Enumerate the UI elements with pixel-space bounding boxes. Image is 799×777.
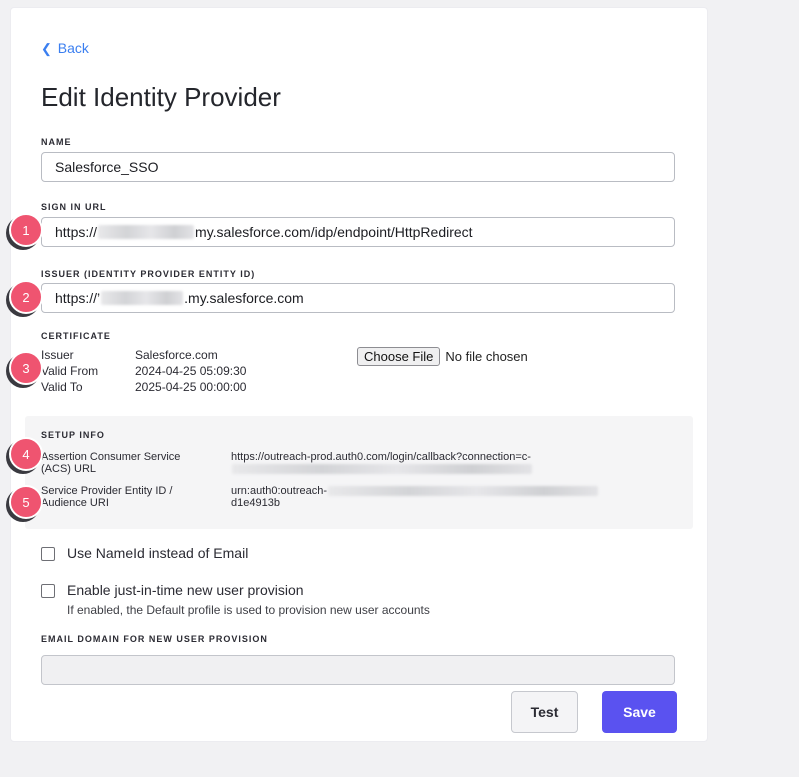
certificate-file-picker: Choose File No file chosen: [357, 347, 528, 366]
nameid-label: Use NameId instead of Email: [67, 545, 249, 561]
cert-key: Valid From: [41, 364, 99, 378]
jit-option[interactable]: Enable just-in-time new user provision I…: [41, 582, 430, 617]
email-domain-field[interactable]: [41, 655, 675, 685]
redacted-blur: [232, 464, 532, 475]
test-button[interactable]: Test: [511, 691, 578, 733]
certificate-label: CERTIFICATE: [41, 331, 111, 341]
issuer-label: ISSUER (IDENTITY PROVIDER ENTITY ID): [41, 269, 256, 279]
setup-info-panel: SETUP INFO Assertion Consumer Service (A…: [25, 416, 693, 529]
back-label: Back: [57, 40, 89, 56]
entity-id-suffix: d1e4913b: [231, 497, 280, 509]
sign-in-url-label: SIGN IN URL: [41, 202, 107, 212]
email-domain-label: EMAIL DOMAIN FOR NEW USER PROVISION: [41, 634, 268, 644]
cert-key: Issuer: [41, 348, 74, 362]
cert-row-issuer: Issuer Salesforce.com: [41, 348, 246, 364]
step-badge-3: 3: [9, 351, 43, 385]
cert-value: Salesforce.com: [135, 348, 218, 362]
choose-file-button[interactable]: Choose File: [357, 347, 441, 366]
nameid-option[interactable]: Use NameId instead of Email: [41, 545, 248, 561]
cert-row-valid-from: Valid From 2024-04-25 05:09:30: [41, 364, 246, 380]
file-status: No file chosen: [445, 349, 528, 364]
nameid-checkbox[interactable]: [41, 547, 55, 561]
certificate-details: Issuer Salesforce.com Valid From 2024-04…: [41, 348, 246, 396]
redacted-blur: [328, 486, 599, 497]
save-button[interactable]: Save: [602, 691, 677, 733]
sign-in-url-field[interactable]: https:// my.salesforce.com/idp/endpoint/…: [41, 217, 675, 247]
setup-info-label: SETUP INFO: [41, 430, 105, 440]
chevron-left-icon: ❮: [41, 41, 52, 56]
cert-key: Valid To: [41, 380, 83, 394]
email-domain-input[interactable]: [55, 662, 661, 678]
redacted-blur: [98, 225, 195, 239]
redacted-blur: [101, 291, 184, 305]
step-badge-5: 5: [9, 485, 43, 519]
cert-value: 2025-04-25 00:00:00: [135, 380, 247, 394]
acs-url-key: Assertion Consumer Service (ACS) URL: [41, 451, 181, 475]
acs-url-value: https://outreach-prod.auth0.com/login/ca…: [231, 451, 661, 475]
cert-value: 2024-04-25 05:09:30: [135, 364, 247, 378]
sign-in-url-prefix: https://: [55, 224, 98, 240]
edit-idp-card: ❮ Back Edit Identity Provider NAME Sales…: [10, 7, 708, 742]
jit-checkbox[interactable]: [41, 584, 55, 598]
jit-hint: If enabled, the Default profile is used …: [67, 603, 430, 617]
issuer-field[interactable]: https://’ .my.salesforce.com: [41, 283, 675, 313]
name-field[interactable]: Salesforce_SSO: [41, 152, 675, 182]
step-badge-2: 2: [9, 280, 43, 314]
issuer-suffix: .my.salesforce.com: [184, 290, 304, 306]
issuer-prefix: https://’: [55, 290, 101, 306]
entity-id-value: urn:auth0:outreach- d1e4913b: [231, 485, 661, 509]
page-title: Edit Identity Provider: [41, 82, 281, 112]
jit-text: Enable just-in-time new user provision I…: [67, 582, 430, 617]
back-link[interactable]: ❮ Back: [41, 40, 89, 57]
entity-id-key: Service Provider Entity ID / Audience UR…: [41, 485, 173, 509]
name-label: NAME: [41, 137, 72, 147]
jit-label: Enable just-in-time new user provision: [67, 582, 304, 598]
acs-url-text: https://outreach-prod.auth0.com/login/ca…: [231, 451, 531, 463]
step-badge-4: 4: [9, 437, 43, 471]
step-badge-1: 1: [9, 213, 43, 247]
sign-in-url-suffix: my.salesforce.com/idp/endpoint/HttpRedir…: [195, 224, 473, 240]
name-value: Salesforce_SSO: [55, 159, 159, 175]
cert-row-valid-to: Valid To 2025-04-25 00:00:00: [41, 380, 246, 396]
entity-id-prefix: urn:auth0:outreach-: [231, 485, 328, 497]
